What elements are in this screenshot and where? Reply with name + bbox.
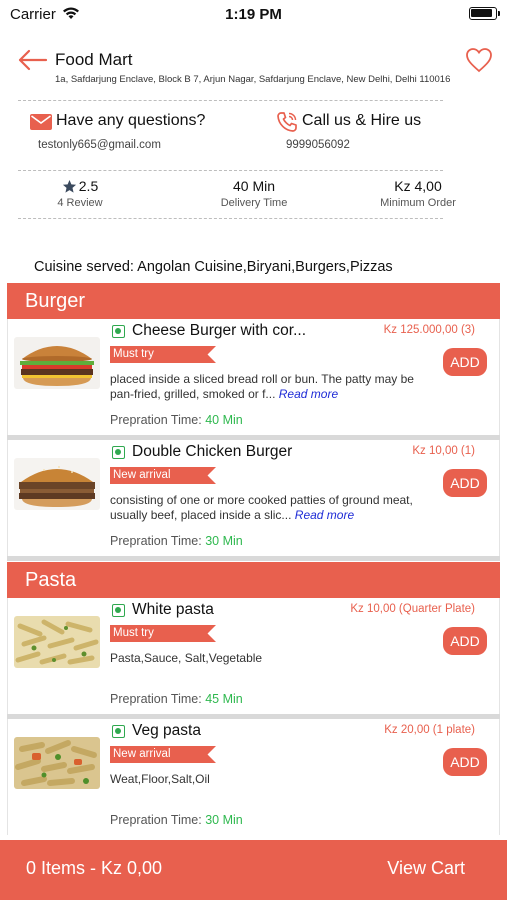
clock: 1:19 PM	[225, 6, 282, 23]
veg-indicator-icon	[112, 604, 125, 617]
store-stats: 2.5 4 Review 40 Min Delivery Time Kz 4,0…	[0, 178, 507, 218]
item-description-text: Weat,Floor,Salt,Oil	[110, 772, 210, 786]
item-description-text: placed inside a sliced bread roll or bun…	[110, 372, 414, 401]
food-image-white-pasta	[14, 616, 100, 668]
questions-label: Have any questions?	[56, 112, 206, 129]
item-description: Pasta,Sauce, Salt,Vegetable	[110, 651, 426, 666]
item-description: consisting of one or more cooked patties…	[110, 493, 426, 523]
review-count: 4 Review	[57, 197, 103, 209]
divider	[18, 100, 443, 101]
veg-indicator-icon	[112, 725, 125, 738]
contact-section: Have any questions? testonly665@gmail.co…	[0, 110, 507, 165]
battery-icon	[469, 7, 500, 20]
prep-time-value: 30 Min	[205, 534, 243, 548]
rating-stat: 2.5 4 Review	[40, 178, 120, 209]
minimum-order-label: Minimum Order	[380, 197, 456, 209]
add-button[interactable]: ADD	[443, 748, 487, 776]
phone-icon	[277, 112, 297, 132]
contact-phone[interactable]: 9999056092	[286, 139, 350, 151]
item-name: White pasta	[132, 601, 214, 618]
call-label: Call us & Hire us	[302, 112, 422, 129]
mail-icon	[30, 114, 52, 130]
food-image-cheese-burger	[14, 337, 100, 389]
prep-time: Prepration Time: 30 Min	[110, 813, 243, 827]
minimum-order-stat: Kz 4,00 Minimum Order	[368, 178, 468, 209]
item-description-text: consisting of one or more cooked patties…	[110, 493, 413, 522]
status-bar: Carrier 1:19 PM	[0, 0, 507, 30]
item-tag: Must try	[110, 346, 216, 363]
item-tag: New arrival	[110, 467, 216, 484]
delivery-time-label: Delivery Time	[220, 197, 288, 209]
back-arrow-icon[interactable]	[16, 48, 48, 72]
item-name: Double Chicken Burger	[132, 443, 293, 460]
prep-time-value: 30 Min	[205, 813, 243, 827]
view-cart-button[interactable]: View Cart	[387, 858, 465, 879]
prep-time: Prepration Time: 30 Min	[110, 534, 243, 548]
veg-indicator-icon	[112, 325, 125, 338]
item-description-text: Pasta,Sauce, Salt,Vegetable	[110, 651, 263, 665]
cart-summary: 0 Items - Kz 0,00	[26, 858, 163, 878]
prep-time-label: Prepration Time:	[110, 413, 202, 427]
item-price: Kz 10,00 (Quarter Plate)	[350, 603, 475, 615]
prep-time-value: 45 Min	[205, 692, 243, 706]
cuisine-served: Cuisine served: Angolan Cuisine,Biryani,…	[34, 259, 393, 275]
divider	[18, 218, 443, 219]
contact-email[interactable]: testonly665@gmail.com	[38, 139, 161, 151]
menu-item-card: Veg pasta Kz 20,00 (1 plate) New arrival…	[7, 719, 500, 835]
store-address: 1a, Safdarjung Enclave, Block B 7, Arjun…	[55, 74, 451, 85]
rating-value: 2.5	[78, 178, 99, 194]
menu-item-card: Cheese Burger with cor... Kz 125.000,00 …	[7, 319, 500, 440]
prep-time-label: Prepration Time:	[110, 813, 202, 827]
card-shadow	[7, 556, 500, 561]
item-price: Kz 10,00 (1)	[412, 445, 475, 457]
food-image-veg-pasta	[14, 737, 100, 789]
add-button[interactable]: ADD	[443, 469, 487, 497]
cart-bar[interactable]: 0 Items - Kz 0,00 View Cart	[0, 840, 507, 900]
delivery-stat: 40 Min Delivery Time	[204, 178, 304, 209]
item-tag: New arrival	[110, 746, 216, 763]
prep-time-value: 40 Min	[205, 413, 243, 427]
star-icon	[62, 179, 76, 193]
item-name: Cheese Burger with cor...	[132, 322, 307, 339]
veg-indicator-icon	[112, 446, 125, 459]
add-button[interactable]: ADD	[443, 627, 487, 655]
divider	[18, 170, 443, 171]
item-price: Kz 20,00 (1 plate)	[384, 724, 475, 736]
prep-time-label: Prepration Time:	[110, 534, 202, 548]
prep-time: Prepration Time: 45 Min	[110, 692, 243, 706]
read-more-link[interactable]: Read more	[279, 387, 338, 401]
menu-item-card: White pasta Kz 10,00 (Quarter Plate) Mus…	[7, 598, 500, 719]
category-header-burger: Burger	[7, 283, 500, 319]
item-price: Kz 125.000,00 (3)	[383, 324, 475, 336]
prep-time: Prepration Time: 40 Min	[110, 413, 243, 427]
store-header: Food Mart 1a, Safdarjung Enclave, Block …	[0, 40, 507, 98]
menu-item-card: Double Chicken Burger Kz 10,00 (1) New a…	[7, 440, 500, 561]
store-name: Food Mart	[55, 50, 133, 69]
minimum-order-value: Kz 4,00	[394, 178, 442, 194]
food-image-double-chicken-burger	[14, 458, 100, 510]
read-more-link[interactable]: Read more	[295, 508, 354, 522]
item-tag: Must try	[110, 625, 216, 642]
add-button[interactable]: ADD	[443, 348, 487, 376]
item-name: Veg pasta	[132, 722, 201, 739]
delivery-time: 40 Min	[232, 178, 276, 194]
item-description: placed inside a sliced bread roll or bun…	[110, 372, 426, 402]
category-header-pasta: Pasta	[7, 562, 500, 598]
item-description: Weat,Floor,Salt,Oil	[110, 772, 426, 787]
heart-icon[interactable]	[465, 47, 493, 73]
prep-time-label: Prepration Time:	[110, 692, 202, 706]
